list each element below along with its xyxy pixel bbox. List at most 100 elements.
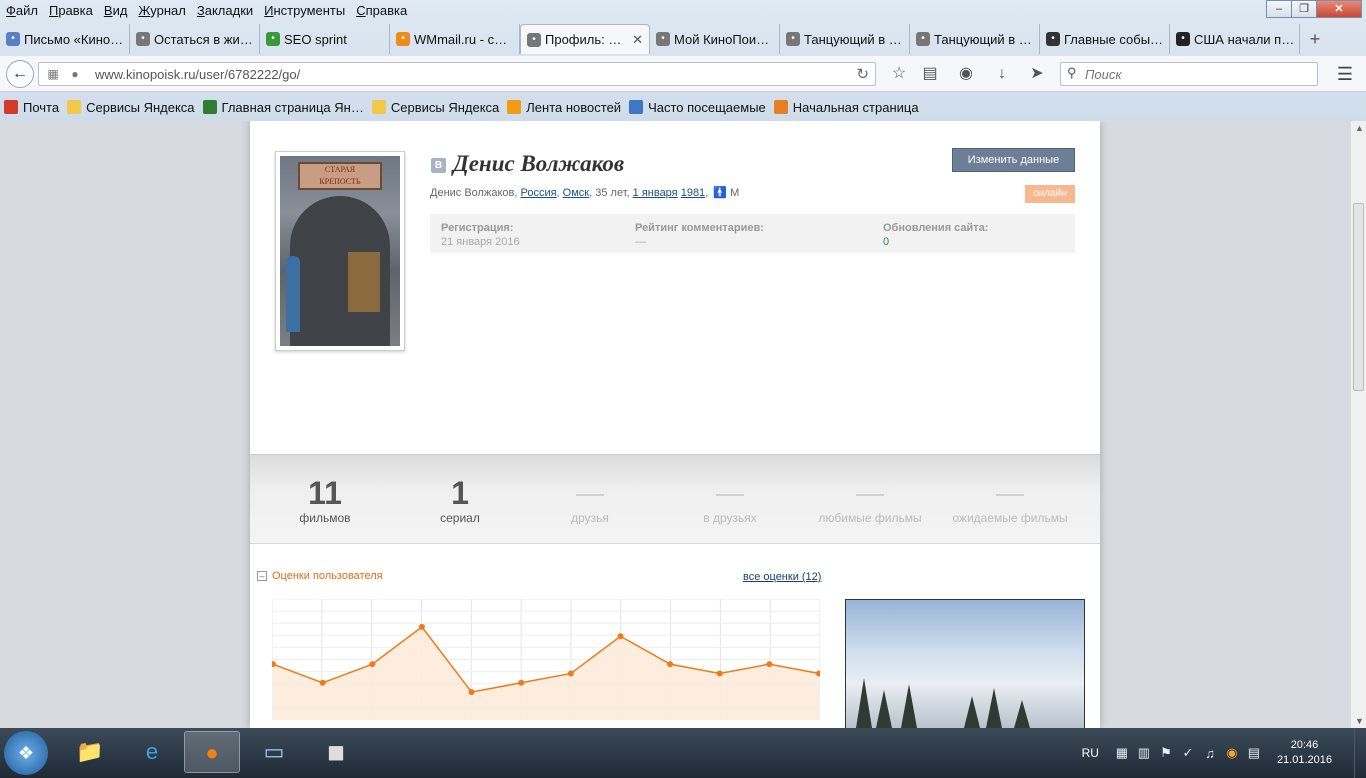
reload-icon[interactable]: ↻: [856, 65, 869, 83]
gender-text: М: [730, 187, 740, 199]
bookmark-label: Главная страница Ян…: [221, 99, 364, 115]
menu-edit[interactable]: Правка: [49, 3, 93, 18]
tab-2[interactable]: • SEO sprint: [260, 24, 390, 54]
tree-shape: [1014, 700, 1030, 728]
show-desktop-button[interactable]: [1354, 728, 1366, 778]
tab-4[interactable]: • Профиль: … ✕: [520, 24, 650, 54]
bookmark-star-icon[interactable]: ☆: [888, 64, 910, 84]
volume-icon[interactable]: ♫: [1201, 746, 1219, 761]
count-item[interactable]: 11 фильмов: [255, 475, 395, 525]
site-updates-label: Обновления сайта:: [883, 222, 989, 234]
tab-7[interactable]: • Танцующий в …: [910, 24, 1040, 54]
bookmark-item[interactable]: Сервисы Яндекса: [371, 100, 499, 115]
network-signal-icon[interactable]: ▥: [1135, 745, 1153, 761]
navigation-bar: ← ▦ ● ↻ ☆ ▤ ◉ ↓ ➤ ⚲ ☰: [0, 56, 1366, 92]
clipboard-icon[interactable]: ▤: [1245, 745, 1263, 761]
firefox-icon[interactable]: ●: [184, 731, 240, 773]
tab-8[interactable]: • Главные собы…: [1040, 24, 1170, 54]
bookmark-item[interactable]: Лента новостей: [507, 100, 621, 115]
birth-year-link[interactable]: 1981: [681, 187, 705, 199]
edit-profile-button[interactable]: Изменить данные: [952, 148, 1075, 172]
all-ratings-link[interactable]: все оценки (12): [743, 571, 821, 583]
tab-9[interactable]: • США начали п…: [1170, 24, 1300, 54]
start-button[interactable]: ❖: [4, 731, 48, 775]
news-icon: •: [1046, 32, 1060, 46]
tray-app-icon[interactable]: ◉: [1223, 745, 1241, 761]
bookmark-item[interactable]: Сервисы Яндекса: [67, 100, 195, 115]
menu-bookmarks[interactable]: Закладки: [197, 3, 253, 18]
tab-1[interactable]: • Остаться в жи…: [130, 24, 260, 54]
bookmark-icon: [371, 100, 386, 114]
language-indicator[interactable]: RU: [1082, 746, 1099, 760]
bookmark-item[interactable]: Начальная страница: [773, 100, 919, 115]
bookmark-item[interactable]: Почта: [4, 100, 59, 115]
count-item[interactable]: 1 сериал: [390, 475, 530, 525]
country-link[interactable]: Россия: [520, 187, 556, 199]
comments-rating-value: —: [635, 236, 646, 248]
world-of-tanks-icon[interactable]: ◼: [308, 731, 364, 773]
bookmark-icon: [67, 100, 82, 114]
back-button[interactable]: ←: [6, 60, 34, 88]
registration-label: Регистрация:: [441, 222, 514, 234]
tab-0[interactable]: • Письмо «Кино…: [0, 24, 130, 54]
film-reel-icon: •: [916, 32, 930, 46]
menu-file[interactable]: Файл: [6, 3, 38, 18]
side-banner-image[interactable]: [845, 599, 1085, 728]
tab-5[interactable]: • Мой КиноПои…: [650, 24, 780, 54]
security-shield-icon[interactable]: ✓: [1179, 745, 1197, 761]
menu-view[interactable]: Вид: [104, 3, 128, 18]
url-input[interactable]: [95, 65, 835, 83]
bookmark-item[interactable]: Часто посещаемые: [629, 100, 766, 115]
tab-bar: • Письмо «Кино… • Остаться в жи… • SEO sprint…: [0, 24, 1366, 54]
count-value: —: [716, 477, 744, 508]
site-updates-value[interactable]: 0: [883, 236, 988, 248]
menu-hamburger-icon[interactable]: ☰: [1335, 64, 1355, 84]
profile-photo[interactable]: СТАРАЯ КРЕПОСТЬ: [275, 151, 405, 351]
gender-icon: 🚹: [713, 187, 728, 199]
menu-tools[interactable]: Инструменты: [264, 3, 345, 18]
notepad-icon[interactable]: ▭: [246, 731, 302, 773]
tab-3[interactable]: • WMmail.ru - с…: [390, 24, 520, 54]
address-bar[interactable]: ▦ ● ↻: [38, 62, 876, 86]
windows-flag-icon[interactable]: ▦: [1113, 745, 1131, 761]
search-box[interactable]: ⚲: [1060, 62, 1318, 86]
menu-help[interactable]: Справка: [356, 3, 407, 18]
ie-icon[interactable]: e: [124, 731, 180, 773]
explorer-icon[interactable]: 📁: [62, 731, 118, 773]
birth-date-link[interactable]: 1 января: [633, 187, 678, 199]
download-icon[interactable]: ↓: [991, 64, 1013, 84]
ratings-header[interactable]: – Оценки пользователя: [257, 570, 383, 582]
clock[interactable]: 20:46 21.01.2016: [1277, 738, 1332, 768]
count-label: фильмов: [299, 511, 351, 525]
site-updates-stat: Обновления сайта: 0: [883, 222, 988, 248]
maximize-button[interactable]: ❐: [1291, 0, 1317, 18]
bookmark-label: Почта: [23, 99, 60, 115]
scroll-thumb[interactable]: [1353, 203, 1364, 391]
count-value: —: [996, 477, 1024, 508]
scroll-up-icon[interactable]: ▲: [1355, 123, 1364, 133]
count-label: любимые фильмы: [818, 511, 922, 525]
close-tab-icon[interactable]: ✕: [632, 32, 643, 48]
bookmark-item[interactable]: Главная страница Ян…: [202, 99, 364, 115]
minimize-button[interactable]: –: [1266, 0, 1292, 18]
scroll-down-icon[interactable]: ▼: [1355, 716, 1364, 726]
new-tab-button[interactable]: +: [1300, 24, 1330, 54]
action-center-flag-icon[interactable]: ⚑: [1157, 745, 1175, 761]
tab-6[interactable]: • Танцующий в …: [780, 24, 910, 54]
send-icon[interactable]: ➤: [1026, 64, 1048, 84]
pocket-icon[interactable]: ◉: [955, 64, 977, 84]
menu-history[interactable]: Журнал: [138, 3, 185, 18]
city-link[interactable]: Омск: [563, 187, 589, 199]
count-value: 11: [308, 475, 342, 511]
page-scrollbar[interactable]: ▲ ▼: [1350, 121, 1366, 728]
close-window-button[interactable]: ✕: [1316, 0, 1362, 18]
clock-time: 20:46: [1290, 739, 1319, 751]
page-icon: ▦: [47, 67, 59, 81]
vk-badge-icon[interactable]: В: [431, 158, 446, 173]
count-value: —: [856, 477, 884, 508]
reading-list-icon[interactable]: ▤: [919, 64, 941, 84]
film-reel-icon: •: [136, 32, 150, 46]
chart-point: [319, 679, 326, 686]
collapse-icon[interactable]: –: [257, 571, 267, 581]
search-input[interactable]: [1085, 65, 1313, 83]
